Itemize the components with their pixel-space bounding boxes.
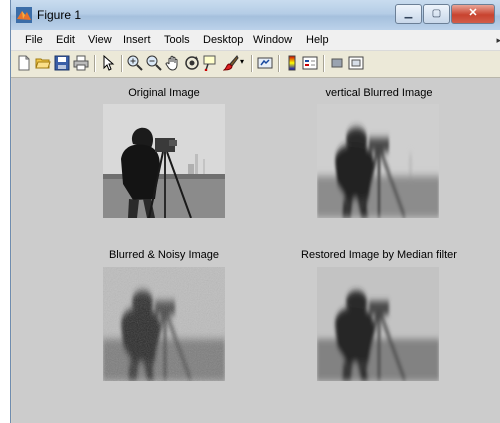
legend-icon[interactable]: [302, 55, 318, 71]
menu-desktop[interactable]: Desktop: [203, 34, 243, 46]
menu-help[interactable]: Help: [306, 34, 329, 46]
maximize-button[interactable]: ▢: [423, 4, 450, 24]
subplot-title-restored-median: Restored Image by Median filter: [301, 249, 457, 261]
subplot-image-vertical-blurred[interactable]: [317, 104, 439, 218]
menu-bar: File Edit View Insert Tools Desktop Wind…: [11, 30, 500, 51]
matlab-logo-icon: [16, 7, 32, 23]
subplot-title-vertical-blurred: vertical Blurred Image: [325, 87, 433, 99]
brush-icon[interactable]: [223, 55, 239, 71]
colorbar-icon[interactable]: [284, 55, 300, 71]
show-plot-tools-icon[interactable]: [348, 55, 364, 71]
toolbar-separator: [278, 55, 280, 72]
print-icon[interactable]: [73, 55, 89, 71]
close-button[interactable]: ✕: [451, 4, 495, 24]
window-title: Figure 1: [37, 8, 82, 22]
open-file-icon[interactable]: [35, 55, 51, 71]
figure-canvas: Original Image vertical Blurred Image Bl…: [12, 78, 500, 423]
title-bar[interactable]: Figure 1 ▁ ▢ ✕: [11, 0, 500, 30]
toolbar-separator: [94, 55, 96, 72]
subplot-title-blurred-noisy: Blurred & Noisy Image: [108, 249, 220, 261]
zoom-in-icon[interactable]: [127, 55, 143, 71]
toolbar-separator: [251, 55, 253, 72]
toolbar-separator: [121, 55, 123, 72]
menu-file[interactable]: File: [25, 34, 43, 46]
hide-plot-tools-icon[interactable]: [329, 55, 345, 71]
minimize-button[interactable]: ▁: [395, 4, 422, 24]
zoom-out-icon[interactable]: [146, 55, 162, 71]
minimize-icon: ▁: [404, 8, 413, 19]
subplot-image-original[interactable]: [103, 104, 225, 218]
data-cursor-icon[interactable]: [203, 55, 219, 71]
pan-hand-icon[interactable]: [165, 55, 181, 71]
subplot-image-blurred-noisy[interactable]: [103, 267, 225, 381]
menu-overflow-icon[interactable]: ▸: [496, 35, 500, 46]
menu-insert[interactable]: Insert: [123, 34, 151, 46]
menu-edit[interactable]: Edit: [56, 34, 75, 46]
menu-view[interactable]: View: [88, 34, 112, 46]
toolbar-separator: [323, 55, 325, 72]
subplot-title-original: Original Image: [128, 87, 200, 99]
maximize-icon: ▢: [431, 8, 442, 19]
figure-window: Figure 1 ▁ ▢ ✕ File Edit View Insert Too…: [10, 0, 500, 423]
menu-tools[interactable]: Tools: [164, 34, 190, 46]
menu-window[interactable]: Window: [253, 34, 292, 46]
close-icon: ✕: [468, 7, 478, 19]
brush-dropdown-icon[interactable]: ▾: [240, 57, 248, 73]
rotate-3d-icon[interactable]: [184, 55, 200, 71]
save-icon[interactable]: [54, 55, 70, 71]
new-figure-icon[interactable]: [16, 55, 32, 71]
link-plot-icon[interactable]: [257, 55, 273, 71]
figure-toolbar: ▾: [11, 51, 500, 78]
edit-plot-arrow-icon[interactable]: [100, 55, 116, 71]
subplot-image-restored-median[interactable]: [317, 267, 439, 381]
